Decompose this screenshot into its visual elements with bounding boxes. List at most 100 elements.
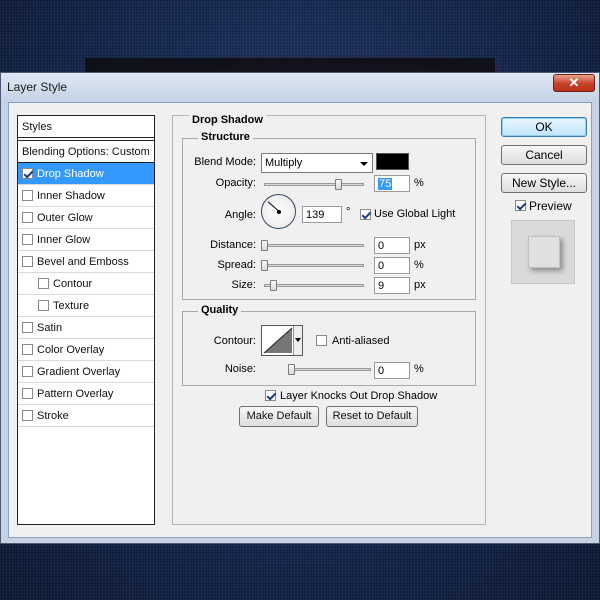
size-slider[interactable]	[264, 280, 364, 291]
close-icon: ✕	[568, 75, 580, 90]
style-item-label: Stroke	[37, 410, 69, 422]
opacity-value: 75	[378, 178, 393, 190]
cancel-button[interactable]: Cancel	[501, 145, 587, 165]
pattern-overlay-checkbox[interactable]	[22, 388, 33, 399]
knocks-out-checkbox[interactable]	[265, 390, 276, 401]
spread-slider-thumb[interactable]	[261, 260, 268, 271]
outer-glow-checkbox[interactable]	[22, 212, 33, 223]
size-slider-thumb[interactable]	[269, 280, 277, 291]
dialog-title: Layer Style	[7, 80, 68, 94]
noise-input[interactable]: 0	[374, 362, 410, 379]
blending-options-item[interactable]: Blending Options: Custom	[18, 141, 154, 163]
style-item-label: Gradient Overlay	[37, 366, 121, 378]
satin-checkbox[interactable]	[22, 322, 33, 333]
style-item-drop-shadow[interactable]: Drop Shadow	[18, 163, 154, 185]
degree-unit: °	[346, 206, 351, 218]
drop-shadow-checkbox[interactable]	[22, 168, 33, 179]
structure-title: Structure	[198, 131, 253, 143]
anti-aliased-checkbox[interactable]	[316, 335, 327, 346]
layer-style-dialog: Layer Style ✕ Styles Blending Options: C…	[0, 72, 600, 544]
opacity-slider[interactable]	[264, 179, 364, 190]
anti-aliased-label[interactable]: Anti-aliased	[332, 335, 389, 347]
style-item-label: Bevel and Emboss	[37, 256, 129, 268]
contour-label: Contour:	[213, 335, 256, 347]
distance-slider[interactable]	[261, 240, 364, 251]
style-item-label: Inner Shadow	[37, 190, 105, 202]
opacity-input[interactable]: 75	[374, 175, 410, 192]
style-item-bevel-emboss[interactable]: Bevel and Emboss	[18, 251, 154, 273]
style-item-gradient-overlay[interactable]: Gradient Overlay	[18, 361, 154, 383]
style-item-label: Contour	[53, 278, 93, 290]
size-value: 9	[378, 280, 385, 292]
angle-label: Angle:	[224, 209, 256, 221]
preview-checkbox[interactable]	[515, 200, 526, 211]
reset-to-default-button[interactable]: Reset to Default	[326, 406, 418, 427]
noise-label: Noise:	[224, 363, 256, 375]
dialog-body: Styles Blending Options: Custom Drop Sha…	[8, 102, 592, 538]
angle-dial[interactable]	[261, 194, 296, 229]
style-item-label: Outer Glow	[37, 212, 93, 224]
noise-slider-thumb[interactable]	[288, 364, 295, 375]
angle-input[interactable]: 139	[302, 206, 342, 223]
opacity-slider-thumb[interactable]	[334, 179, 342, 190]
texture-checkbox[interactable]	[38, 300, 49, 311]
blend-mode-value: Multiply	[265, 157, 303, 169]
angle-center-dot	[277, 210, 281, 214]
size-unit: px	[414, 279, 426, 291]
knocks-out-label[interactable]: Layer Knocks Out Drop Shadow	[280, 390, 437, 402]
style-item-outer-glow[interactable]: Outer Glow	[18, 207, 154, 229]
blend-mode-select[interactable]: Multiply	[261, 153, 373, 173]
chevron-down-icon	[360, 162, 368, 166]
style-item-stroke[interactable]: Stroke	[18, 405, 154, 427]
stroke-checkbox[interactable]	[22, 410, 33, 421]
drop-shadow-panel: Drop Shadow Structure Blend Mode: Multip…	[172, 114, 486, 525]
distance-input[interactable]: 0	[374, 237, 410, 254]
style-item-color-overlay[interactable]: Color Overlay	[18, 339, 154, 361]
contour-checkbox[interactable]	[38, 278, 49, 289]
distance-slider-thumb[interactable]	[261, 240, 268, 251]
style-item-contour[interactable]: Contour	[18, 273, 154, 295]
style-item-label: Drop Shadow	[37, 168, 104, 180]
gradient-overlay-checkbox[interactable]	[22, 366, 33, 377]
preview-label[interactable]: Preview	[529, 199, 572, 213]
ok-button[interactable]: OK	[501, 117, 587, 137]
style-item-label: Satin	[37, 322, 63, 334]
style-item-inner-glow[interactable]: Inner Glow	[18, 229, 154, 251]
chevron-down-icon[interactable]	[293, 326, 302, 355]
inner-shadow-checkbox[interactable]	[22, 190, 33, 201]
noise-slider[interactable]	[288, 364, 371, 375]
distance-label: Distance:	[210, 239, 256, 251]
contour-picker[interactable]	[261, 325, 303, 356]
opacity-label: Opacity:	[215, 177, 256, 189]
quality-title: Quality	[198, 304, 242, 316]
angle-value: 139	[306, 209, 325, 221]
styles-header[interactable]: Styles	[18, 116, 154, 138]
distance-unit: px	[414, 239, 426, 251]
shadow-color-swatch[interactable]	[376, 153, 409, 170]
title-bar[interactable]: Layer Style ✕	[1, 73, 599, 101]
color-overlay-checkbox[interactable]	[22, 344, 33, 355]
size-label: Size:	[231, 279, 256, 291]
style-item-label: Inner Glow	[37, 234, 91, 246]
new-style-button[interactable]: New Style...	[501, 173, 587, 193]
size-input[interactable]: 9	[374, 277, 410, 294]
style-item-satin[interactable]: Satin	[18, 317, 154, 339]
preview-swatch	[528, 236, 560, 268]
noise-unit: %	[414, 363, 424, 375]
bevel-emboss-checkbox[interactable]	[22, 256, 33, 267]
style-item-pattern-overlay[interactable]: Pattern Overlay	[18, 383, 154, 405]
spread-unit: %	[414, 259, 424, 271]
use-global-light-label[interactable]: Use Global Light	[374, 208, 455, 220]
spread-input[interactable]: 0	[374, 257, 410, 274]
contour-curve-icon	[263, 327, 293, 354]
blend-mode-label: Blend Mode:	[194, 156, 256, 168]
style-item-inner-shadow[interactable]: Inner Shadow	[18, 185, 154, 207]
spread-slider[interactable]	[261, 260, 364, 271]
close-button[interactable]: ✕	[553, 74, 595, 92]
style-item-texture[interactable]: Texture	[18, 295, 154, 317]
inner-glow-checkbox[interactable]	[22, 234, 33, 245]
make-default-button[interactable]: Make Default	[239, 406, 319, 427]
noise-value: 0	[378, 365, 385, 377]
drop-shadow-title: Drop Shadow	[189, 114, 266, 126]
use-global-light-checkbox[interactable]	[360, 209, 371, 220]
